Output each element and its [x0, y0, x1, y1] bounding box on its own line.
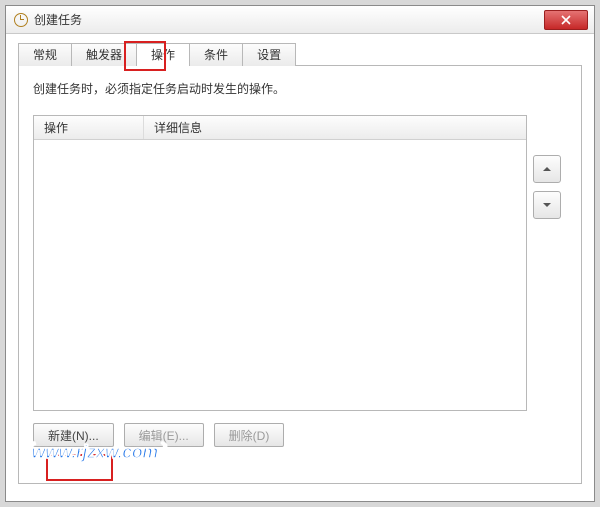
tab-panel-actions: 创建任务时，必须指定任务启动时发生的操作。 操作 详细信息 [18, 66, 582, 484]
tab-triggers[interactable]: 触发器 [71, 43, 137, 67]
titlebar: 创建任务 [6, 6, 594, 34]
tab-conditions[interactable]: 条件 [189, 43, 243, 67]
dialog-body: 常规 触发器 操作 条件 设置 创建任务时，必须指定任务启动时发生的操作。 操作… [6, 34, 594, 496]
window-title: 创建任务 [34, 11, 544, 28]
move-down-button[interactable] [533, 191, 561, 219]
chevron-up-icon [542, 164, 552, 174]
clock-icon [14, 13, 28, 27]
move-up-button[interactable] [533, 155, 561, 183]
tab-general[interactable]: 常规 [18, 43, 72, 67]
action-buttons-row: 新建(N)... 编辑(E)... 删除(D) [33, 423, 567, 447]
tab-strip: 常规 触发器 操作 条件 设置 [18, 42, 582, 66]
new-button[interactable]: 新建(N)... [33, 423, 114, 447]
delete-button[interactable]: 删除(D) [214, 423, 285, 447]
close-button[interactable] [544, 10, 588, 30]
chevron-down-icon [542, 200, 552, 210]
tab-actions[interactable]: 操作 [136, 43, 190, 67]
edit-button[interactable]: 编辑(E)... [124, 423, 204, 447]
column-action[interactable]: 操作 [34, 116, 144, 139]
tab-settings[interactable]: 设置 [242, 43, 296, 67]
list-header: 操作 详细信息 [34, 116, 526, 140]
panel-description: 创建任务时，必须指定任务启动时发生的操作。 [33, 80, 567, 97]
column-details[interactable]: 详细信息 [144, 116, 526, 139]
actions-list[interactable]: 操作 详细信息 [33, 115, 527, 411]
dialog-window: 创建任务 常规 触发器 操作 条件 设置 创建任务时，必须指定任务启动时发生的操… [5, 5, 595, 502]
close-icon [561, 15, 571, 25]
reorder-buttons [527, 155, 567, 411]
